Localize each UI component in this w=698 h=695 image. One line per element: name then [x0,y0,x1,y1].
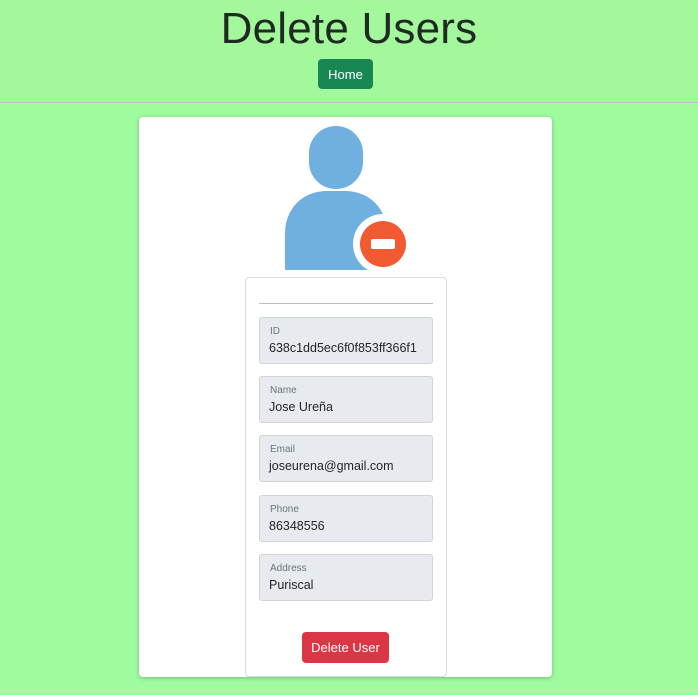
name-label: Name [270,385,297,396]
divider [259,303,433,304]
phone-label: Phone [270,504,299,515]
email-field[interactable]: Email joseurena@gmail.com [259,435,433,482]
user-card: ID 638c1dd5ec6f0f853ff366f1 Name Jose Ur… [139,117,552,677]
address-value: Puriscal [269,578,314,592]
id-field[interactable]: ID 638c1dd5ec6f0f853ff366f1 [259,317,433,364]
address-label: Address [270,563,307,574]
id-value: 638c1dd5ec6f0f853ff366f1 [269,341,417,355]
email-value: joseurena@gmail.com [269,459,394,473]
phone-field[interactable]: Phone 86348556 [259,495,433,542]
user-remove-icon [285,126,409,270]
user-details-form: ID 638c1dd5ec6f0f853ff366f1 Name Jose Ur… [245,277,447,677]
address-field[interactable]: Address Puriscal [259,554,433,601]
id-label: ID [270,326,280,337]
page-title: Delete Users [220,4,478,53]
name-field[interactable]: Name Jose Ureña [259,376,433,423]
home-button[interactable]: Home [318,59,373,89]
header: Delete Users Home [0,0,698,103]
footer-divider [0,690,698,691]
phone-value: 86348556 [269,519,325,533]
delete-user-button[interactable]: Delete User [302,632,389,663]
email-label: Email [270,444,296,455]
name-value: Jose Ureña [269,400,333,414]
